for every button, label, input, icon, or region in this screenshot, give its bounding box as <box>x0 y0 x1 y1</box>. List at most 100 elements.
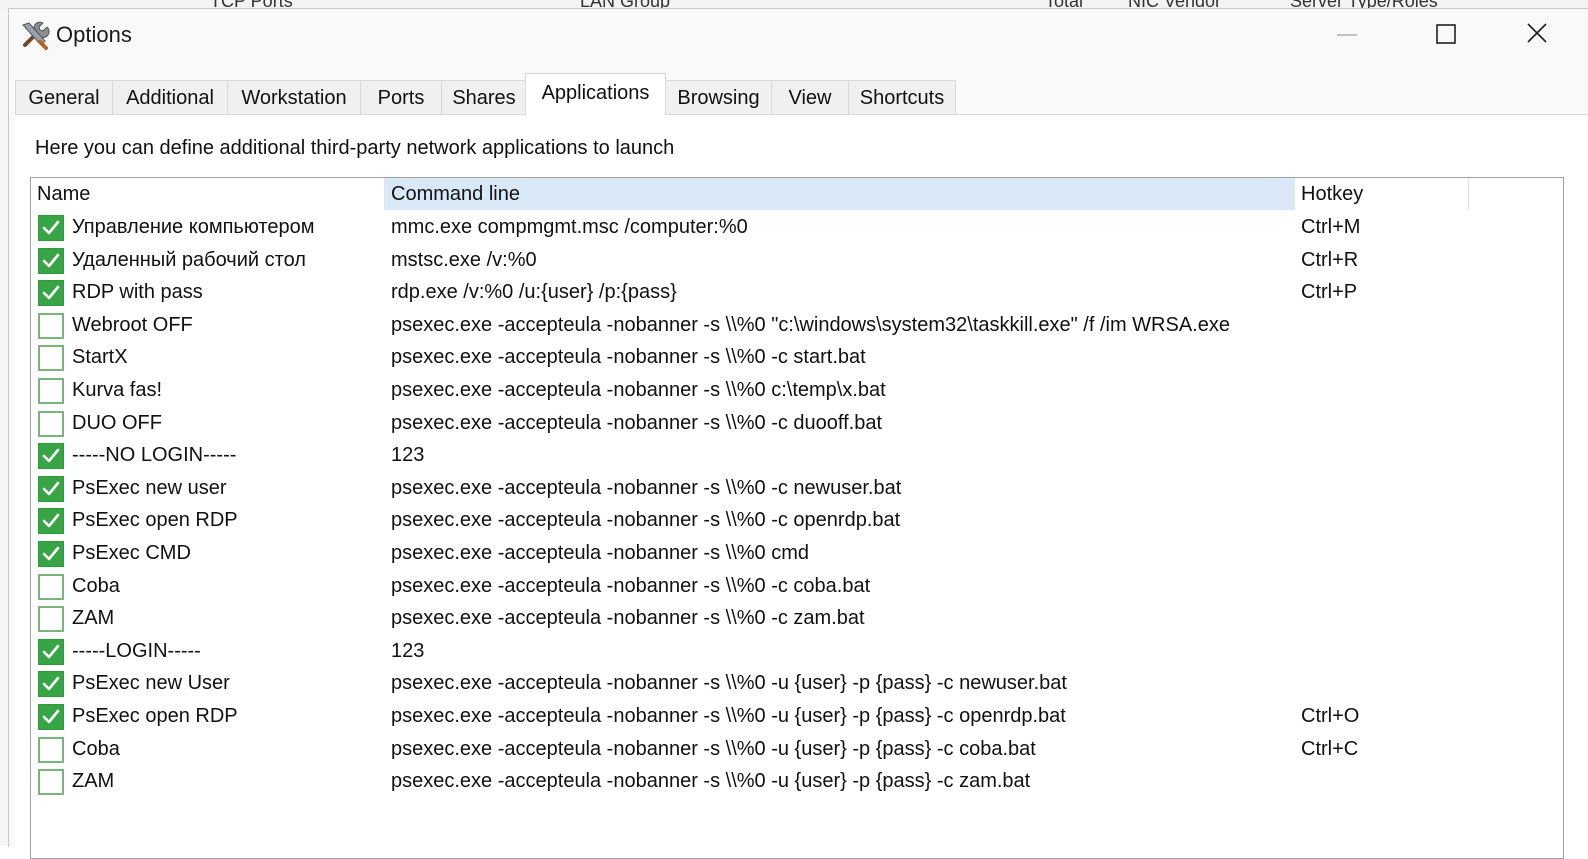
applications-list[interactable]: Name Command line Hotkey Управление комп… <box>30 177 1564 859</box>
checkbox-unchecked[interactable] <box>38 410 64 437</box>
app-hotkey: Ctrl+R <box>1301 248 1359 271</box>
tools-icon <box>19 19 51 51</box>
checkbox-unchecked[interactable] <box>38 606 64 633</box>
app-hotkey: Ctrl+C <box>1301 737 1359 760</box>
app-name: -----LOGIN----- <box>72 639 201 662</box>
app-name: PsExec new user <box>72 476 227 499</box>
app-hotkey: Ctrl+M <box>1301 216 1361 238</box>
app-command-line: psexec.exe -accepteula -nobanner -s \\%0… <box>391 509 901 532</box>
app-name: RDP with pass <box>72 281 203 304</box>
app-command-line: psexec.exe -accepteula -nobanner -s \\%0… <box>391 737 1036 760</box>
checkbox-checked[interactable] <box>38 443 64 470</box>
app-command-line: 123 <box>391 639 425 662</box>
app-name: PsExec open RDP <box>72 509 238 532</box>
options-dialog: Options General Additional Workstation P… <box>8 8 1588 859</box>
tab-browsing[interactable]: Browsing <box>665 80 772 114</box>
app-command-line: psexec.exe -accepteula -nobanner -s \\%0… <box>391 411 883 434</box>
list-item[interactable]: -----LOGIN----- 123 <box>31 635 1563 667</box>
checkbox-checked[interactable] <box>38 638 64 665</box>
checkmark-icon <box>42 546 60 561</box>
checkbox-checked[interactable] <box>38 541 64 567</box>
app-name: Coba <box>72 574 120 597</box>
list-item[interactable]: PsExec new user psexec.exe -accepteula -n… <box>31 472 1563 504</box>
list-item[interactable]: DUO OFF psexec.exe -accepteula -nobanner … <box>31 407 1563 439</box>
tab-general[interactable]: General <box>15 80 113 114</box>
checkbox-checked[interactable] <box>38 215 64 241</box>
list-item[interactable]: PsExec new User psexec.exe -accepteula -n… <box>31 667 1563 699</box>
checkbox-checked[interactable] <box>38 475 64 502</box>
app-name: PsExec new User <box>72 672 230 695</box>
app-name: Kurva fas! <box>72 379 163 401</box>
app-name: StartX <box>72 346 128 369</box>
minimize-icon <box>1337 34 1357 36</box>
tab-shares[interactable]: Shares <box>441 80 527 114</box>
list-item[interactable]: ZAM psexec.exe -accepteula -nobanner -s \… <box>31 602 1563 634</box>
list-item[interactable]: RDP with pass rdp.exe /v:%0 /u:{user} /p:… <box>31 276 1563 308</box>
tab-shortcuts[interactable]: Shortcuts <box>848 80 956 114</box>
title-bar[interactable]: Options <box>9 9 1588 65</box>
checkbox-checked[interactable] <box>38 671 64 698</box>
checkmark-icon <box>42 220 60 235</box>
app-command-line: psexec.exe -accepteula -nobanner -s \\%0… <box>391 379 886 401</box>
tab-ports[interactable]: Ports <box>360 80 442 114</box>
column-header-name[interactable]: Name <box>31 178 385 210</box>
app-command-line: psexec.exe -accepteula -nobanner -s \\%0… <box>391 705 1066 727</box>
checkmark-icon <box>42 677 60 691</box>
checkbox-unchecked[interactable] <box>38 345 64 372</box>
app-hotkey: Ctrl+P <box>1301 281 1358 304</box>
checkbox-unchecked[interactable] <box>38 769 64 796</box>
list-item[interactable]: Управление компьютером mmc.exe compmgmt.m… <box>31 211 1563 243</box>
column-header-hotkey[interactable]: Hotkey <box>1295 178 1469 210</box>
list-item[interactable]: ZAM psexec.exe -accepteula -nobanner -s \… <box>31 765 1563 797</box>
list-item[interactable]: Webroot OFF psexec.exe -accepteula -noban… <box>31 309 1563 341</box>
list-item[interactable]: PsExec open RDP psexec.exe -accepteula -n… <box>31 504 1563 536</box>
checkmark-icon <box>42 481 60 496</box>
list-item[interactable]: PsExec open RDP psexec.exe -accepteula -n… <box>31 700 1563 732</box>
tab-additional[interactable]: Additional <box>112 80 228 114</box>
list-item[interactable]: StartX psexec.exe -accepteula -nobanner -… <box>31 341 1563 373</box>
app-command-line: psexec.exe -accepteula -nobanner -s \\%0… <box>391 542 809 564</box>
checkbox-checked[interactable] <box>38 280 64 307</box>
app-command-line: rdp.exe /v:%0 /u:{user} /p:{pass} <box>391 281 677 304</box>
list-header: Name Command line Hotkey <box>31 178 1563 210</box>
checkbox-unchecked[interactable] <box>38 736 64 763</box>
checkbox-checked[interactable] <box>38 508 64 535</box>
minimize-button[interactable] <box>1299 9 1391 61</box>
app-name: DUO OFF <box>72 411 162 434</box>
checkbox-unchecked[interactable] <box>38 378 64 404</box>
list-item[interactable]: Удаленный рабочий стол mstsc.exe /v:%0 Ctr… <box>31 244 1563 276</box>
applications-panel: Here you can define additional third-par… <box>15 114 1588 859</box>
list-item[interactable]: Kurva fas! psexec.exe -accepteula -nobann… <box>31 374 1563 406</box>
app-command-line: psexec.exe -accepteula -nobanner -s \\%0… <box>391 313 1230 336</box>
app-command-line: psexec.exe -accepteula -nobanner -s \\%0… <box>391 346 866 369</box>
checkmark-icon <box>42 285 60 300</box>
list-item[interactable]: -----NO LOGIN----- 123 <box>31 439 1563 471</box>
list-item[interactable]: PsExec CMD psexec.exe -accepteula -nobann… <box>31 537 1563 569</box>
checkbox-unchecked[interactable] <box>38 573 64 600</box>
app-name: PsExec CMD <box>72 542 191 564</box>
list-item[interactable]: Coba psexec.exe -accepteula -nobanner -s … <box>31 570 1563 602</box>
app-name: ZAM <box>72 770 115 793</box>
checkmark-icon <box>42 644 60 659</box>
list-item[interactable]: Coba psexec.exe -accepteula -nobanner -s … <box>31 733 1563 765</box>
app-name: Webroot OFF <box>72 313 193 336</box>
app-name: Coba <box>72 737 120 760</box>
maximize-button[interactable] <box>1399 9 1491 61</box>
maximize-icon <box>1436 24 1456 44</box>
checkbox-unchecked[interactable] <box>38 312 64 339</box>
app-name: Управление компьютером <box>72 216 315 238</box>
checkbox-checked[interactable] <box>38 704 64 730</box>
app-command-line: psexec.exe -accepteula -nobanner -s \\%0… <box>391 476 902 499</box>
column-header-command-line[interactable]: Command line <box>385 178 1295 210</box>
app-command-line: psexec.exe -accepteula -nobanner -s \\%0… <box>391 607 865 630</box>
tab-workstation[interactable]: Workstation <box>227 80 361 114</box>
applications-description: Here you can define additional third-par… <box>35 137 675 159</box>
app-name: -----NO LOGIN----- <box>72 444 237 467</box>
checkbox-checked[interactable] <box>38 247 64 274</box>
close-button[interactable] <box>1491 9 1583 61</box>
tab-view[interactable]: View <box>771 80 849 114</box>
tab-applications[interactable]: Applications <box>525 73 666 115</box>
app-name: PsExec open RDP <box>72 705 238 727</box>
app-command-line: 123 <box>391 444 425 467</box>
app-command-line: mmc.exe compmgmt.msc /computer:%0 <box>391 216 748 238</box>
